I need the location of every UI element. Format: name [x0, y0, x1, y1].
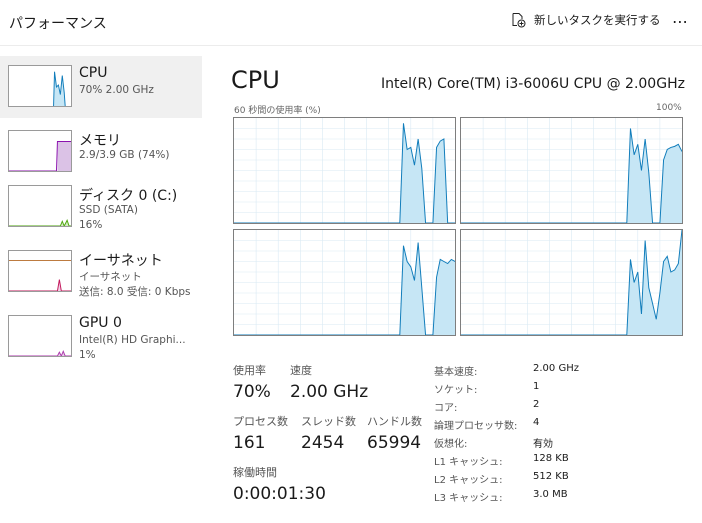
- info-value: 2: [533, 399, 540, 410]
- info-label: 論理プロセッサ数:: [434, 421, 518, 432]
- usage-value: 70%: [233, 382, 271, 402]
- new-task-button[interactable]: 新しいタスクを実行する: [510, 12, 661, 28]
- cpu-model: Intel(R) Core(TM) i3-6006U CPU @ 2.00GHz: [381, 76, 685, 92]
- info-label: L1 キャッシュ:: [434, 457, 503, 468]
- sidebar-item-name: GPU 0: [79, 315, 122, 331]
- info-label: L2 キャッシュ:: [434, 475, 503, 486]
- sidebar-item-name: イーサネット: [79, 253, 163, 269]
- handles-label: ハンドル数: [367, 415, 422, 428]
- logical-processor-graph: [233, 117, 456, 224]
- run-task-icon: [512, 13, 526, 28]
- header: パフォーマンス 新しいタスクを実行する ⋯: [0, 0, 702, 46]
- info-value: 3.0 MB: [533, 489, 568, 500]
- info-label: コア:: [434, 403, 458, 414]
- info-value: 1: [533, 381, 540, 392]
- info-value: 有効: [533, 439, 553, 450]
- info-value: 512 KB: [533, 471, 569, 482]
- processes-label: プロセス数: [233, 415, 288, 428]
- page-title: パフォーマンス: [9, 16, 107, 32]
- sidebar-item-usage: 16%: [79, 219, 103, 231]
- uptime-value: 0:00:01:30: [233, 484, 326, 504]
- sidebar-item-name: メモリ: [79, 133, 121, 149]
- sidebar-item-detail: 70% 2.00 GHz: [79, 84, 154, 96]
- cpu-thumbnail-graph: [8, 65, 72, 107]
- sidebar-item-name: CPU: [79, 65, 108, 81]
- speed-value: 2.00 GHz: [290, 382, 369, 402]
- utilization-label: 60 秒間の使用率 (%): [234, 106, 321, 116]
- threads-label: スレッド数: [301, 415, 356, 428]
- info-label: 基本速度:: [434, 367, 478, 378]
- sidebar-item-gpu[interactable]: GPU 0 Intel(R) HD Graphi... 1%: [0, 306, 202, 368]
- sidebar-item-cpu[interactable]: CPU 70% 2.00 GHz: [0, 56, 202, 118]
- info-value: 2.00 GHz: [533, 363, 579, 374]
- info-value: 4: [533, 417, 540, 428]
- sidebar-item-name: ディスク 0 (C:): [79, 188, 178, 204]
- gpu-thumbnail-graph: [8, 315, 72, 357]
- sidebar-item-memory[interactable]: メモリ 2.9/3.9 GB (74%): [0, 121, 202, 183]
- logical-processor-graph: [460, 229, 683, 336]
- usage-label: 使用率: [233, 364, 266, 377]
- sidebar-item-ethernet[interactable]: イーサネット イーサネット 送信: 8.0 受信: 0 Kbps: [0, 241, 202, 303]
- info-label: ソケット:: [434, 385, 478, 396]
- sidebar-item-detail: 2.9/3.9 GB (74%): [79, 149, 170, 161]
- sidebar-item-usage: 1%: [79, 349, 96, 361]
- disk-thumbnail-graph: [8, 185, 72, 227]
- uptime-label: 稼働時間: [233, 466, 277, 479]
- sidebar-item-detail: Intel(R) HD Graphi...: [79, 334, 186, 346]
- sidebar-item-detail: イーサネット: [79, 271, 142, 283]
- ethernet-thumbnail-graph: [8, 250, 72, 292]
- cpu-graph-svg: [234, 118, 455, 223]
- sidebar-item-detail: SSD (SATA): [79, 204, 138, 216]
- sidebar-item-throughput: 送信: 8.0 受信: 0 Kbps: [79, 286, 191, 298]
- cpu-graph-svg: [461, 230, 682, 335]
- memory-thumbnail-graph: [8, 130, 72, 172]
- new-task-label: 新しいタスクを実行する: [534, 13, 661, 27]
- info-label: L3 キャッシュ:: [434, 493, 503, 504]
- speed-label: 速度: [290, 364, 312, 377]
- processes-value: 161: [233, 433, 266, 453]
- info-label: 仮想化:: [434, 439, 468, 450]
- sidebar-item-disk[interactable]: ディスク 0 (C:) SSD (SATA) 16%: [0, 176, 202, 238]
- info-value: 128 KB: [533, 453, 569, 464]
- cpu-graph-svg: [461, 118, 682, 223]
- cpu-graph-svg: [234, 230, 455, 335]
- logical-processor-graph: [233, 229, 456, 336]
- threads-value: 2454: [301, 433, 345, 453]
- max-percent-label: 100%: [656, 103, 682, 113]
- more-options-button[interactable]: ⋯: [672, 12, 696, 34]
- main-title: CPU: [231, 66, 280, 94]
- logical-processor-graph: [460, 117, 683, 224]
- handles-value: 65994: [367, 433, 422, 453]
